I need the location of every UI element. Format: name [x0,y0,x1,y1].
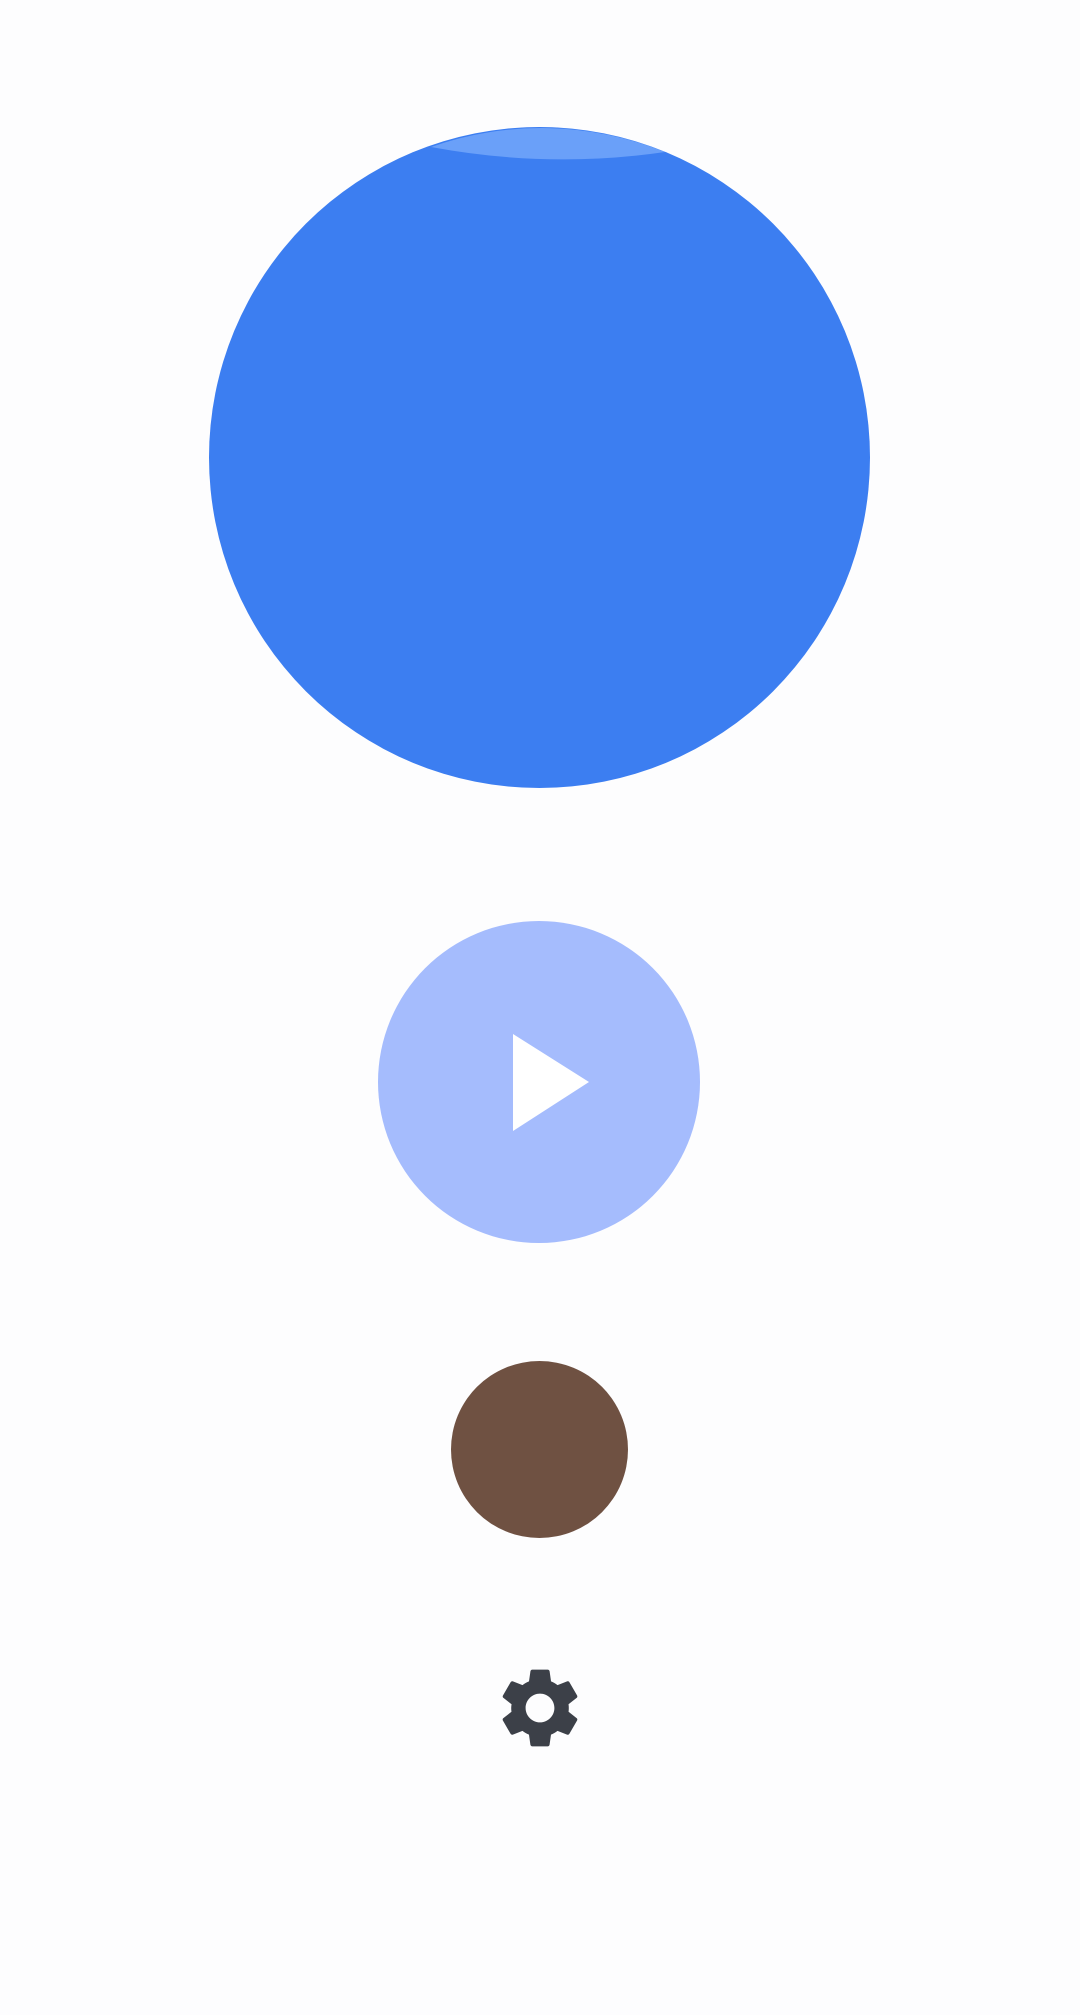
app-screen [0,0,1080,2015]
play-icon [513,1034,589,1131]
gear-icon [502,1669,578,1747]
settings-button[interactable] [492,1660,588,1756]
secondary-circle-button[interactable] [451,1361,628,1538]
circle-highlight [431,128,665,160]
play-button[interactable] [378,921,700,1243]
primary-circle [209,127,870,788]
